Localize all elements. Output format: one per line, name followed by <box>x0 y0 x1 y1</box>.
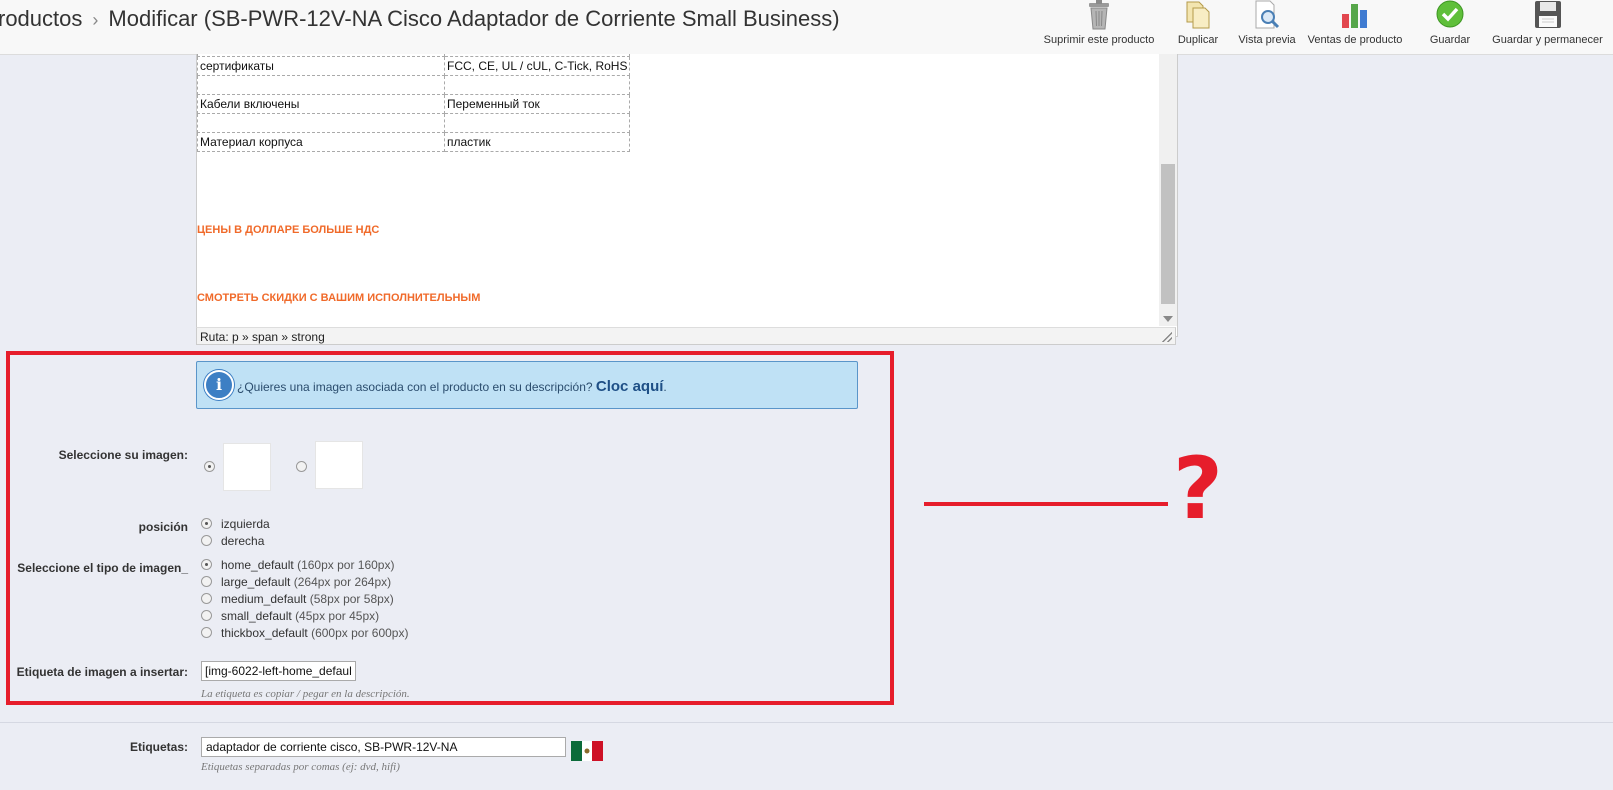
image-type-radio-home[interactable] <box>201 559 212 570</box>
spec-value: Переменный ток <box>443 94 631 114</box>
floppy-disk-icon <box>1534 1 1561 28</box>
info-banner: i ¿Quieres una imagen asociada con el pr… <box>196 361 858 409</box>
check-circle-icon <box>1436 0 1464 28</box>
magnifier-icon <box>1255 0 1280 29</box>
image-type-radio-thickbox[interactable] <box>201 627 212 638</box>
editor-path-bar: Ruta: p » span » strong <box>196 327 1176 345</box>
preview-button[interactable]: Vista previa <box>1232 0 1302 46</box>
image-type-size: (600px por 600px) <box>311 626 409 640</box>
image-type-option: medium_default (58px por 58px) <box>221 592 394 606</box>
delete-product-label: Suprimir este producto <box>1043 34 1155 46</box>
table-row: сертификаты FCC, CE, UL / cUL, C-Tick, R… <box>197 56 631 76</box>
image-thumbnail-2[interactable] <box>315 441 363 489</box>
image-option-radio-2[interactable] <box>296 461 307 472</box>
save-and-stay-label: Guardar y permanecer <box>1492 34 1603 46</box>
image-type-name: thickbox_default <box>221 626 308 640</box>
preview-label: Vista previa <box>1238 34 1296 46</box>
save-label: Guardar <box>1429 34 1471 46</box>
annotation-line <box>924 502 1168 506</box>
spec-key: Кабели включены <box>197 94 445 114</box>
description-editor[interactable]: сертификаты FCC, CE, UL / cUL, C-Tick, R… <box>196 54 1178 337</box>
table-row: Материал корпуса пластик <box>197 132 631 152</box>
image-type-radio-large[interactable] <box>201 576 212 587</box>
image-type-option: small_default (45px por 45px) <box>221 609 379 623</box>
mexico-flag-icon[interactable] <box>571 741 603 761</box>
image-type-size: (58px por 58px) <box>309 592 394 606</box>
image-tag-label: Etiqueta de imagen a insertar: <box>16 665 188 679</box>
position-right-label: derecha <box>221 534 265 548</box>
tags-input[interactable] <box>201 737 566 757</box>
spec-key: сертификаты <box>197 56 445 76</box>
tags-hint: Etiquetas separadas por comas (ej: dvd, … <box>201 761 400 773</box>
delete-product-button[interactable]: Suprimir este producto <box>1039 0 1159 46</box>
breadcrumb-separator-icon: › <box>92 10 99 30</box>
info-text-wrap: ¿Quieres una imagen asociada con el prod… <box>237 378 667 395</box>
image-type-option: home_default (160px por 160px) <box>221 558 394 572</box>
position-right-radio[interactable] <box>201 535 212 546</box>
save-button[interactable]: Guardar <box>1420 0 1480 46</box>
info-text: ¿Quieres una imagen asociada con el prod… <box>237 380 593 394</box>
position-label: posición <box>138 520 188 534</box>
product-sales-label: Ventas de producto <box>1307 34 1403 46</box>
duplicate-icon <box>1186 1 1210 29</box>
position-left-radio[interactable] <box>201 518 212 529</box>
image-type-size: (264px por 264px) <box>293 575 392 589</box>
table-row: Кабели включены Переменный ток <box>197 94 631 114</box>
scrollbar-thumb[interactable] <box>1161 164 1175 304</box>
breadcrumb-parent[interactable]: roductos <box>0 6 82 31</box>
image-type-radio-medium[interactable] <box>201 593 212 604</box>
section-divider <box>0 722 1613 723</box>
image-type-size: (160px por 160px) <box>297 558 395 572</box>
image-type-name: large_default <box>221 575 291 589</box>
image-type-label: Seleccione el tipo de imagen_ <box>17 561 188 575</box>
promo-text-discounts: СМОТРЕТЬ СКИДКИ С ВАШИМ ИСПОЛНИТЕЛЬНЫМ <box>197 292 481 304</box>
save-and-stay-button[interactable]: Guardar y permanecer <box>1490 0 1605 46</box>
promo-text-prices: ЦЕНЫ В ДОЛЛАРЕ БОЛЬШЕ НДС <box>197 224 380 236</box>
click-here-link[interactable]: Cloc aquí <box>596 378 664 395</box>
duplicate-label: Duplicar <box>1177 34 1219 46</box>
editor-path: Ruta: p » span » strong <box>200 330 325 344</box>
spec-key: Материал корпуса <box>197 132 445 152</box>
page-title: Modificar (SB-PWR-12V-NA Cisco Adaptador… <box>108 6 840 31</box>
image-thumbnail-1[interactable] <box>223 443 271 491</box>
image-type-option: thickbox_default (600px por 600px) <box>221 626 408 640</box>
image-option-radio-1[interactable] <box>204 461 215 472</box>
image-type-radio-small[interactable] <box>201 610 212 621</box>
image-type-name: small_default <box>221 609 292 623</box>
image-type-size: (45px por 45px) <box>295 609 380 623</box>
duplicate-button[interactable]: Duplicar <box>1168 0 1228 46</box>
select-image-label: Seleccione su imagen: <box>58 448 188 462</box>
table-row <box>197 113 631 133</box>
spec-table: сертификаты FCC, CE, UL / cUL, C-Tick, R… <box>197 54 631 152</box>
annotation-question-mark: ? <box>1173 439 1223 539</box>
image-tag-hint: La etiqueta es copiar / pegar en la desc… <box>201 688 410 700</box>
spec-value: FCC, CE, UL / cUL, C-Tick, RoHS <box>443 56 631 76</box>
position-left-label: izquierda <box>221 517 270 531</box>
spec-value: пластик <box>443 132 631 152</box>
bar-chart-icon <box>1342 4 1367 28</box>
resize-handle-icon[interactable] <box>1162 332 1172 342</box>
table-row <box>197 75 631 95</box>
info-icon: i <box>204 370 234 400</box>
image-tag-input[interactable] <box>201 661 356 681</box>
top-toolbar: roductos › Modificar (SB-PWR-12V-NA Cisco … <box>0 0 1613 55</box>
tags-label: Etiquetas: <box>129 740 188 754</box>
image-type-name: medium_default <box>221 592 307 606</box>
image-type-name: home_default <box>221 558 294 572</box>
trash-icon <box>1089 0 1109 30</box>
info-period: . <box>663 380 667 394</box>
scroll-down-icon[interactable] <box>1163 316 1173 322</box>
editor-scrollbar[interactable] <box>1159 54 1177 326</box>
product-sales-button[interactable]: Ventas de producto <box>1305 0 1405 46</box>
breadcrumb: roductos › Modificar (SB-PWR-12V-NA Cisco … <box>0 6 840 32</box>
image-type-option: large_default (264px por 264px) <box>221 575 391 589</box>
